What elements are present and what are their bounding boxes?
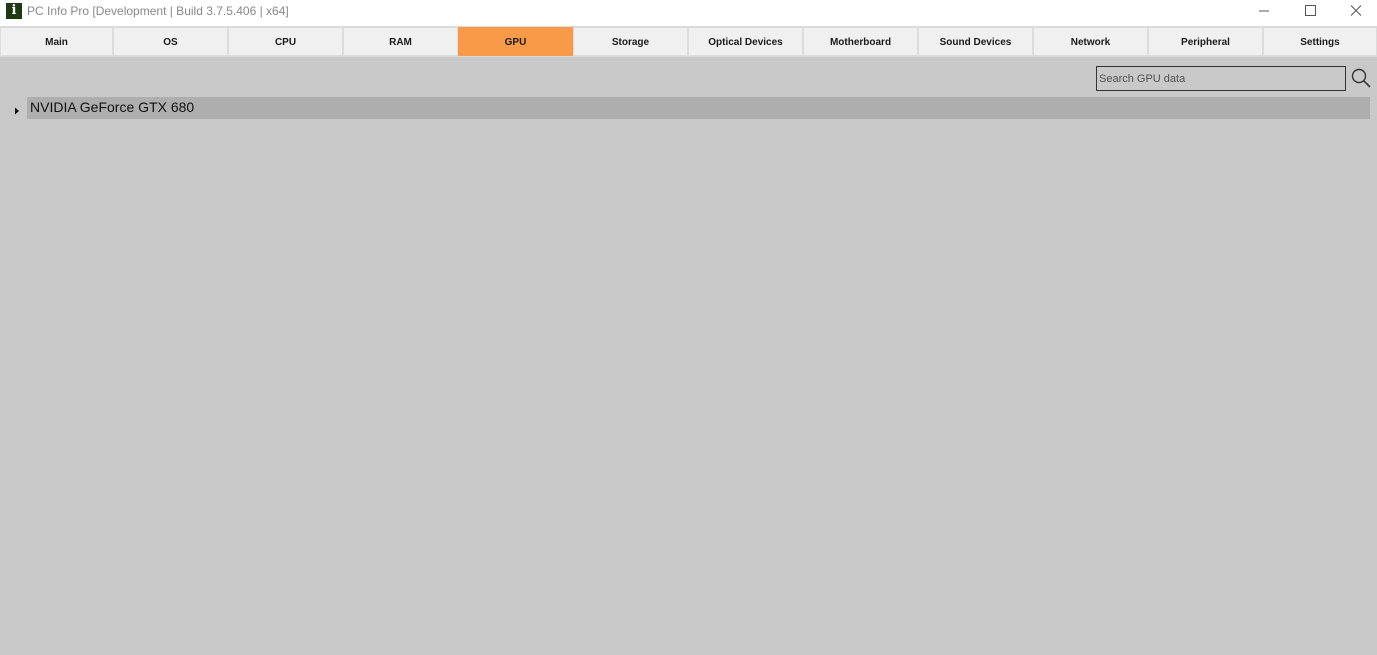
close-button[interactable]	[1333, 0, 1377, 22]
tab-network[interactable]: Network	[1033, 27, 1148, 56]
tab-sound-devices[interactable]: Sound Devices	[918, 27, 1033, 56]
tab-optical-devices[interactable]: Optical Devices	[688, 27, 803, 56]
tab-motherboard[interactable]: Motherboard	[803, 27, 918, 56]
tab-ram[interactable]: RAM	[343, 27, 458, 56]
window-title: PC Info Pro [Development | Build 3.7.5.4…	[27, 4, 289, 18]
tab-settings[interactable]: Settings	[1263, 27, 1377, 56]
tab-cpu[interactable]: CPU	[228, 27, 343, 56]
tab-peripheral[interactable]: Peripheral	[1148, 27, 1263, 56]
triangle-right-icon	[15, 107, 19, 115]
minimize-icon	[1259, 10, 1269, 12]
maximize-icon	[1305, 5, 1316, 16]
search-button[interactable]	[1351, 68, 1371, 88]
search-icon	[1351, 68, 1371, 88]
title-bar: i PC Info Pro [Development | Build 3.7.5…	[0, 0, 1377, 26]
tree-item-label: NVIDIA GeForce GTX 680	[30, 99, 195, 115]
tree-expander[interactable]	[13, 103, 21, 115]
tab-os[interactable]: OS	[113, 27, 228, 56]
tab-storage[interactable]: Storage	[573, 27, 688, 56]
tree-item-row[interactable]	[27, 97, 1370, 119]
minimize-button[interactable]	[1241, 0, 1287, 22]
tab-bar: Main OS CPU RAM GPU Storage Optical Devi…	[0, 26, 1377, 57]
tab-main[interactable]: Main	[0, 27, 113, 56]
tab-gpu[interactable]: GPU	[458, 27, 573, 56]
close-icon	[1350, 5, 1362, 16]
maximize-button[interactable]	[1287, 0, 1333, 22]
app-window: i PC Info Pro [Development | Build 3.7.5…	[0, 0, 1377, 655]
info-icon: i	[6, 3, 22, 19]
search-input[interactable]	[1096, 66, 1346, 91]
